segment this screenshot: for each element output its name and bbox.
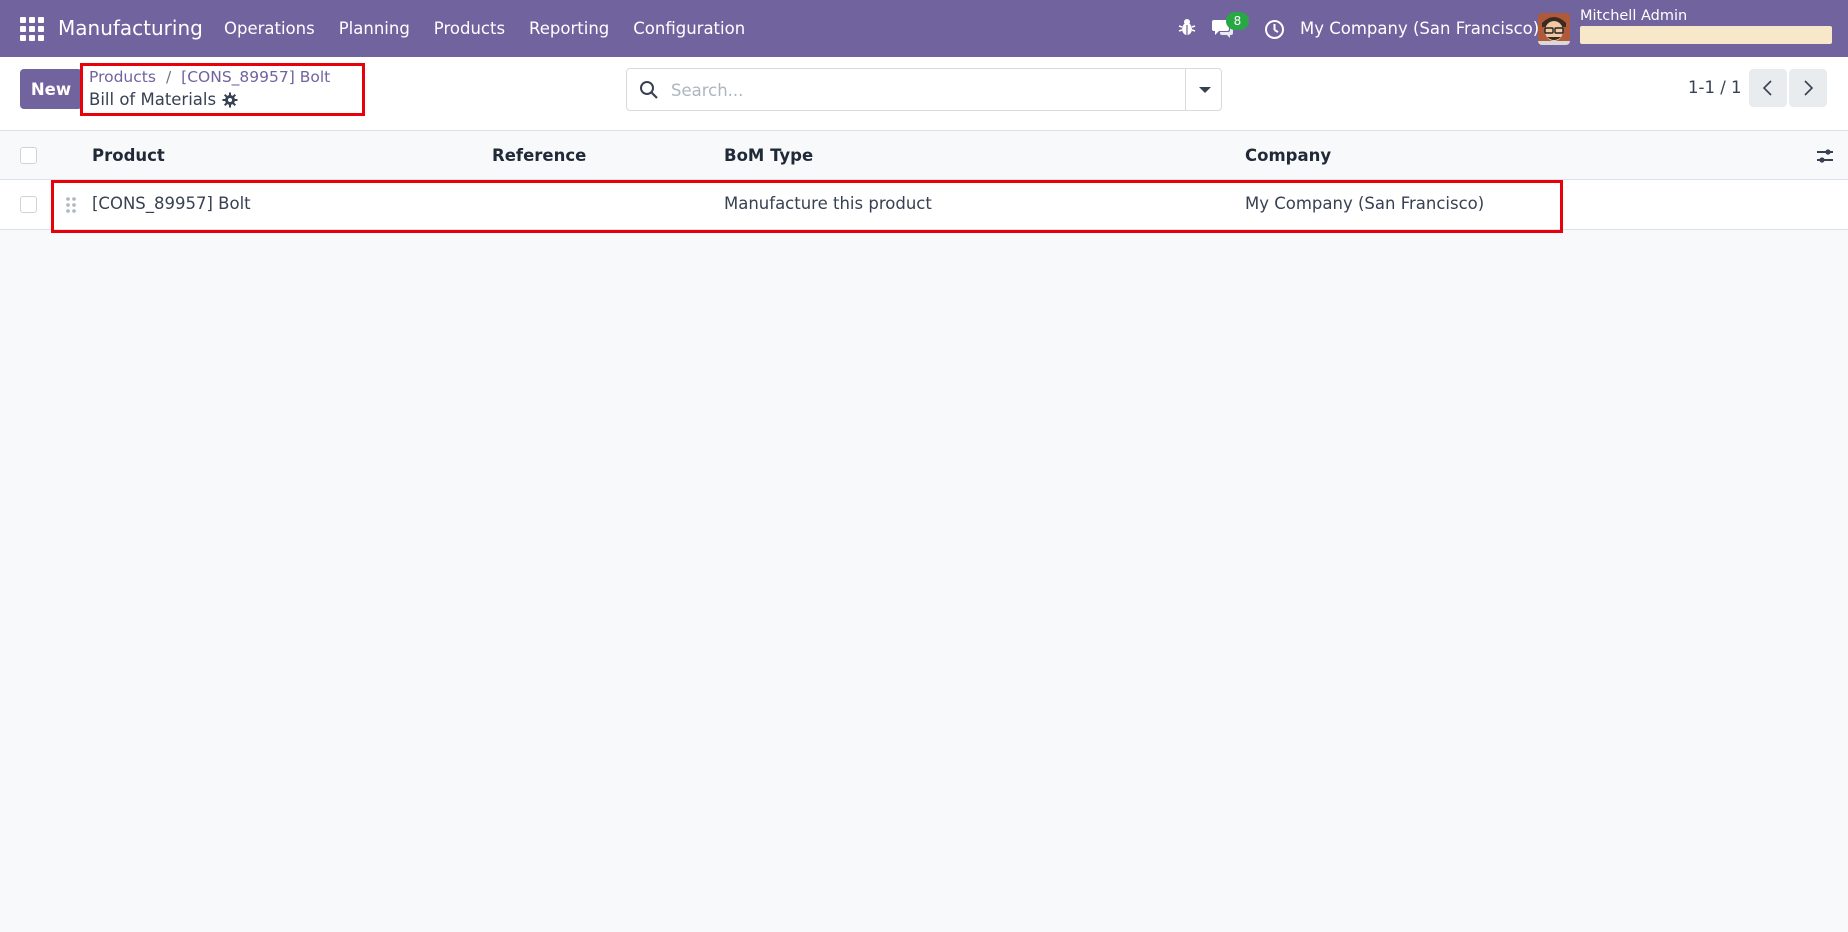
menu-planning[interactable]: Planning <box>339 19 410 38</box>
select-all-checkbox[interactable] <box>20 147 37 164</box>
search-icon <box>640 81 658 99</box>
apps-menu-icon[interactable] <box>20 17 44 41</box>
chevron-down-icon <box>1199 87 1211 93</box>
menu-products[interactable]: Products <box>434 19 505 38</box>
company-switcher[interactable]: My Company (San Francisco) <box>1300 19 1539 38</box>
database-name-redacted <box>1580 26 1832 44</box>
user-avatar[interactable] <box>1538 13 1570 45</box>
user-name[interactable]: Mitchell Admin <box>1580 8 1687 24</box>
chevron-right-icon <box>1804 80 1814 96</box>
column-header-bom-type[interactable]: BoM Type <box>724 146 813 165</box>
breadcrumb-item-product[interactable]: [CONS_89957] Bolt <box>181 68 330 86</box>
control-panel: New Products / [CONS_89957] Bolt Bill of M… <box>0 57 1848 131</box>
pager-next-button[interactable] <box>1789 69 1827 107</box>
chevron-left-icon <box>1762 80 1772 96</box>
menu-configuration[interactable]: Configuration <box>633 19 745 38</box>
menu-operations[interactable]: Operations <box>224 19 315 38</box>
pager-value[interactable]: 1-1 / 1 <box>1688 78 1742 97</box>
page-title: Bill of Materials <box>89 90 217 109</box>
breadcrumb-item-products[interactable]: Products <box>89 68 156 86</box>
pager-previous-button[interactable] <box>1749 69 1787 107</box>
top-navbar: Manufacturing Operations Planning Produc… <box>0 0 1848 57</box>
cell-company: My Company (San Francisco) <box>1245 194 1485 213</box>
breadcrumb: Products / [CONS_89957] Bolt <box>89 68 330 86</box>
cell-product: [CONS_89957] Bolt <box>92 194 251 213</box>
row-select-checkbox[interactable] <box>20 196 37 213</box>
column-header-reference[interactable]: Reference <box>492 146 586 165</box>
column-header-product[interactable]: Product <box>92 146 165 165</box>
messages-count-badge: 8 <box>1226 12 1249 30</box>
table-row[interactable]: [CONS_89957] Bolt Manufacture this produ… <box>0 180 1848 230</box>
menu-reporting[interactable]: Reporting <box>529 19 609 38</box>
breadcrumb-separator: / <box>165 68 172 86</box>
search-input[interactable] <box>671 75 1171 105</box>
cell-bom-type: Manufacture this product <box>724 194 932 213</box>
bom-list-table: Product Reference BoM Type Company [CONS… <box>0 132 1848 230</box>
column-header-company[interactable]: Company <box>1245 146 1331 165</box>
app-title[interactable]: Manufacturing <box>58 16 203 40</box>
search-options-toggle[interactable] <box>1185 69 1221 110</box>
activity-clock-icon[interactable] <box>1264 19 1285 40</box>
debug-bug-icon[interactable] <box>1178 17 1196 37</box>
new-button[interactable]: New <box>20 69 82 109</box>
search-bar <box>626 68 1222 111</box>
table-header: Product Reference BoM Type Company <box>0 132 1848 180</box>
gear-icon[interactable] <box>222 92 238 108</box>
main-menu: Operations Planning Products Reporting C… <box>224 19 769 38</box>
current-view-title: Bill of Materials <box>89 90 238 109</box>
optional-columns-icon[interactable] <box>1815 146 1835 166</box>
drag-handle-icon[interactable] <box>65 196 77 214</box>
